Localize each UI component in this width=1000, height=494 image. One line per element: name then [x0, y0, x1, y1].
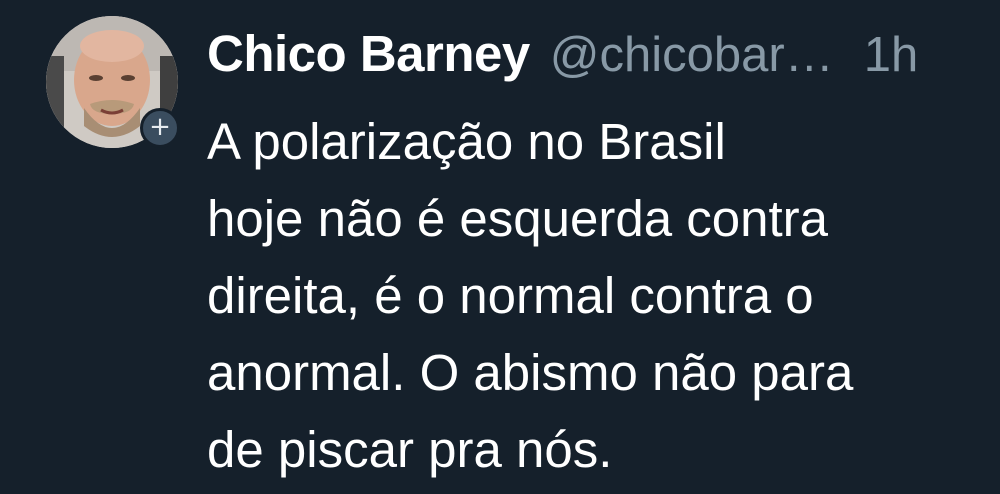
tweet-timestamp[interactable]: 1h [864, 27, 919, 83]
follow-plus-icon[interactable]: + [140, 108, 180, 148]
tweet-text-line: anormal. O abismo não para [207, 344, 854, 401]
tweet-text-line: de piscar pra nós. [207, 421, 613, 478]
tweet[interactable]: + Chico Barney @chicobar… 1h A polarizaç… [0, 0, 1000, 494]
tweet-text-line: hoje não é esquerda contra [207, 190, 828, 247]
tweet-header: Chico Barney @chicobar… 1h [207, 24, 918, 94]
tweet-text-line: direita, é o normal contra o [207, 267, 814, 324]
author-handle[interactable]: @chicobar… [550, 27, 834, 83]
author-name[interactable]: Chico Barney [207, 24, 530, 83]
avatar-container[interactable]: + [46, 16, 180, 148]
tweet-text: A polarização no Brasil hoje não é esque… [207, 103, 987, 488]
tweet-text-line: A polarização no Brasil [207, 113, 726, 170]
